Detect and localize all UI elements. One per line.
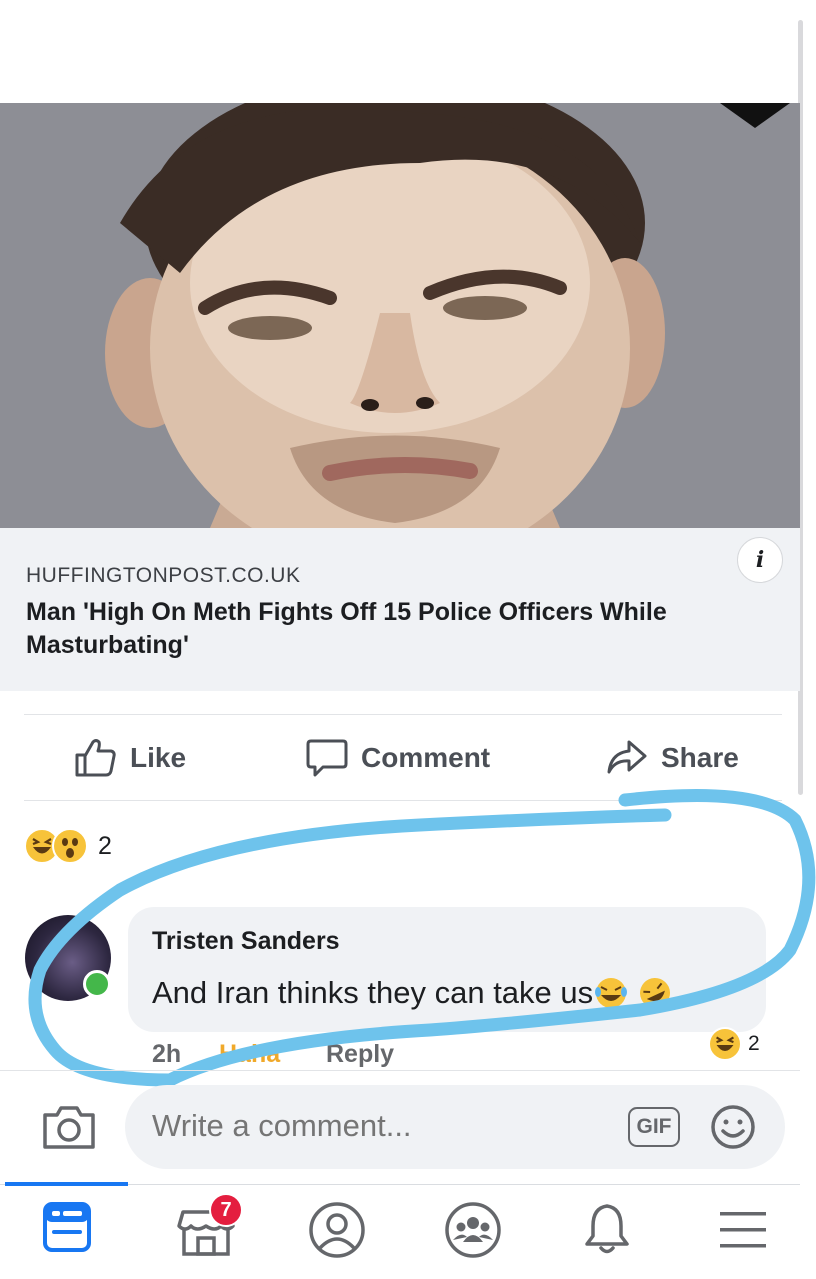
camera-icon[interactable] bbox=[41, 1103, 97, 1151]
reaction-count: 2 bbox=[98, 831, 112, 860]
comment-bubble[interactable] bbox=[128, 907, 766, 1032]
menu-hamburger-icon[interactable] bbox=[718, 1208, 768, 1252]
like-button[interactable]: Like bbox=[74, 735, 186, 781]
comment-reactions[interactable]: 2 bbox=[708, 1027, 760, 1061]
info-icon[interactable]: i bbox=[737, 537, 783, 583]
comment-button[interactable]: Comment bbox=[305, 735, 490, 781]
share-button[interactable]: Share bbox=[605, 735, 739, 781]
divider bbox=[0, 1070, 800, 1071]
like-label: Like bbox=[130, 742, 187, 773]
thumbs-up-icon bbox=[75, 739, 116, 777]
comment-haha-button[interactable]: Haha bbox=[219, 1040, 280, 1069]
comment-reaction-count: 2 bbox=[748, 1032, 760, 1055]
comment-reply-button[interactable]: Reply bbox=[326, 1040, 394, 1069]
haha-reaction-icon bbox=[708, 1027, 742, 1061]
divider bbox=[24, 800, 782, 801]
comment-bubble-icon bbox=[306, 739, 348, 777]
link-title[interactable]: Man 'High On Meth Fights Off 15 Police O… bbox=[26, 596, 746, 662]
nav-active-indicator bbox=[5, 1182, 128, 1186]
groups-icon[interactable] bbox=[443, 1200, 503, 1260]
share-label: Share bbox=[661, 742, 739, 773]
wow-reaction-icon bbox=[52, 828, 88, 864]
comment-time: 2h bbox=[152, 1040, 182, 1068]
comment-text: And Iran thinks they can take us bbox=[152, 975, 677, 1011]
comment-author[interactable]: Tristen Sanders bbox=[152, 927, 340, 956]
laughing-emoji-icon bbox=[595, 978, 671, 1008]
comment-label: Comment bbox=[361, 742, 491, 773]
notification-badge: 7 bbox=[209, 1193, 243, 1227]
profile-icon[interactable] bbox=[307, 1200, 367, 1260]
divider bbox=[24, 714, 782, 715]
news-feed-icon[interactable] bbox=[42, 1200, 92, 1254]
post-reactions[interactable]: 2 bbox=[24, 828, 112, 864]
online-status-indicator bbox=[83, 970, 111, 998]
comment-input[interactable] bbox=[152, 1108, 592, 1144]
comment-text-content: And Iran thinks they can take us bbox=[152, 975, 594, 1010]
link-domain: HUFFINGTONPOST.CO.UK bbox=[26, 564, 301, 587]
share-arrow-icon bbox=[607, 740, 647, 774]
notifications-bell-icon[interactable] bbox=[582, 1200, 632, 1258]
gif-button[interactable]: GIF bbox=[628, 1107, 680, 1147]
sticker-smiley-icon[interactable] bbox=[709, 1103, 757, 1151]
mugshot-image bbox=[0, 103, 800, 528]
link-preview-image[interactable] bbox=[0, 103, 800, 528]
